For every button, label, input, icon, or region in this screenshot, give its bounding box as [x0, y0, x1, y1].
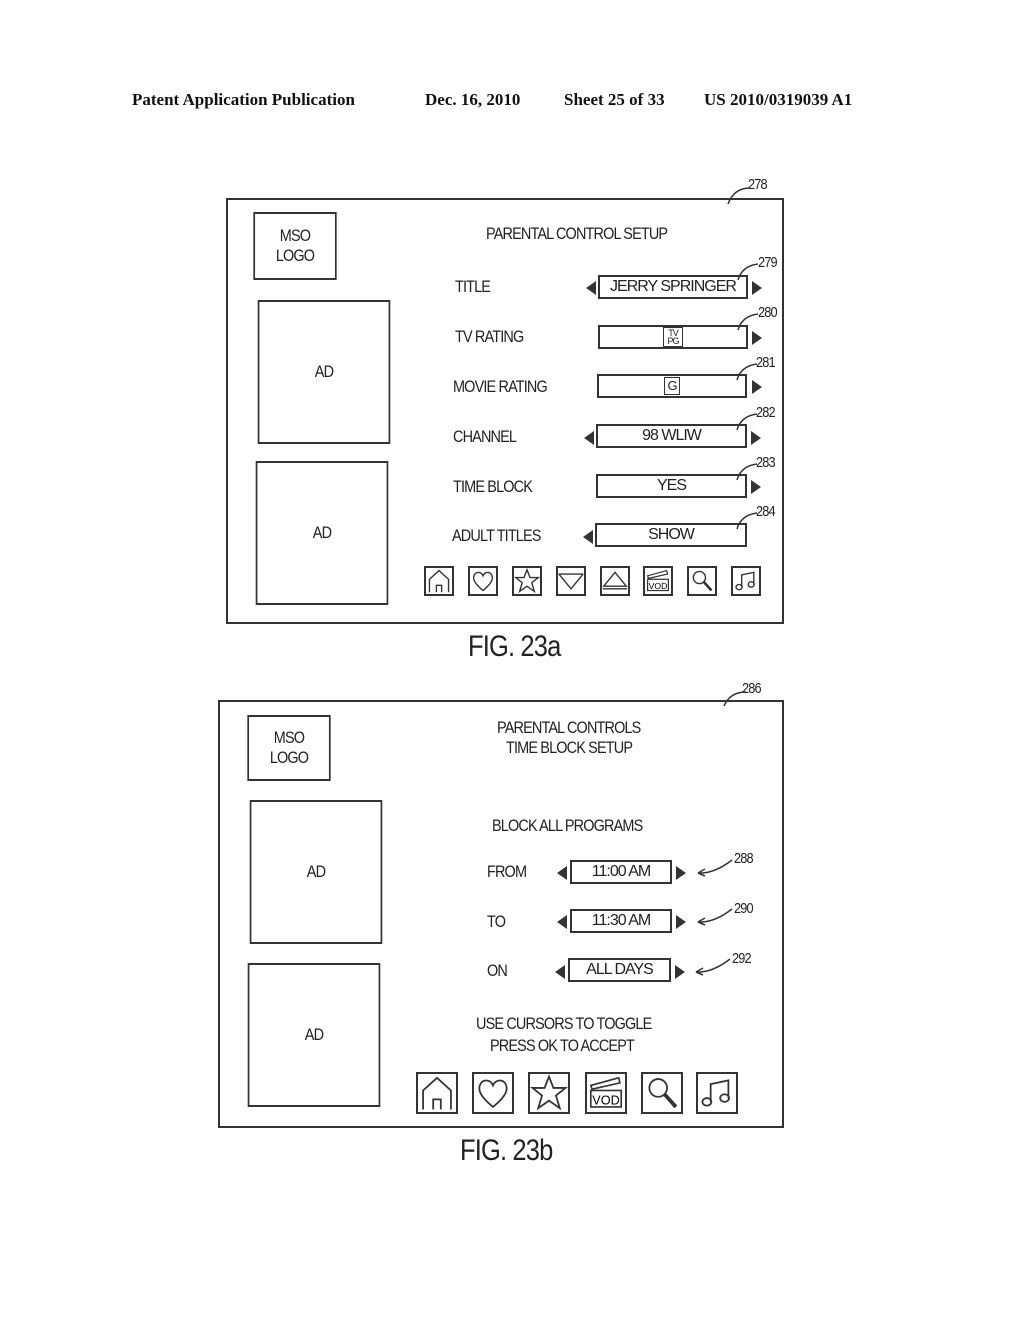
eject-icon[interactable]	[600, 566, 630, 596]
sheet-number: Sheet 25 of 33	[564, 90, 665, 109]
patent-number: US 2010/0319039 A1	[704, 90, 853, 109]
arrow-left-icon[interactable]	[557, 866, 567, 880]
leader-line	[736, 463, 758, 481]
row-label: FROM	[487, 862, 527, 881]
leader-line	[727, 187, 751, 205]
leader-arrow	[697, 908, 733, 926]
leader-line	[737, 263, 759, 281]
row-label: TO	[487, 912, 506, 931]
row-label: CHANNEL	[453, 427, 517, 446]
title-selector[interactable]: JERRY SPRINGER	[598, 275, 748, 299]
ad-panel[interactable]: AD	[247, 963, 381, 1107]
figure-caption: FIG. 23b	[460, 1134, 553, 1167]
to-time-selector[interactable]: 11:30 AM	[570, 909, 672, 933]
arrow-right-icon[interactable]	[675, 965, 685, 979]
time-block-selector[interactable]: YES	[596, 474, 747, 498]
reference-number: 288	[734, 850, 754, 867]
arrow-left-icon[interactable]	[557, 915, 567, 929]
ad-panel[interactable]: AD	[249, 800, 383, 944]
arrow-left-icon[interactable]	[583, 530, 593, 544]
vod-clapper-icon[interactable]: VOD	[585, 1072, 627, 1114]
row-label: ADULT TITLES	[452, 526, 541, 545]
day-selector[interactable]: ALL DAYS	[568, 958, 671, 982]
mail-icon[interactable]	[556, 566, 586, 596]
from-time-selector[interactable]: 11:00 AM	[570, 860, 672, 884]
arrow-right-icon[interactable]	[676, 866, 686, 880]
search-icon[interactable]	[687, 566, 717, 596]
arrow-left-icon[interactable]	[555, 965, 565, 979]
adult-titles-selector[interactable]: SHOW	[595, 523, 747, 547]
arrow-right-icon[interactable]	[751, 480, 761, 494]
figure-caption: FIG. 23a	[468, 630, 561, 663]
screen-title: PARENTAL CONTROLS	[497, 718, 641, 737]
screen-title: PARENTAL CONTROL SETUP	[486, 224, 668, 243]
screen-title: TIME BLOCK SETUP	[506, 738, 633, 757]
heart-icon[interactable]	[472, 1072, 514, 1114]
music-icon[interactable]	[731, 566, 761, 596]
leader-line	[737, 313, 759, 331]
publication-date: Dec. 16, 2010	[425, 90, 521, 109]
reference-number: 290	[734, 900, 754, 917]
reference-number: 292	[732, 950, 752, 967]
ad-panel[interactable]: AD	[257, 300, 391, 444]
home-icon[interactable]	[424, 566, 454, 596]
row-label: TIME BLOCK	[453, 477, 533, 496]
leader-line	[736, 512, 758, 530]
leader-line	[736, 363, 758, 381]
instruction-text: USE CURSORS TO TOGGLE	[476, 1014, 652, 1033]
row-label: TV RATING	[455, 327, 524, 346]
mso-logo: MSO LOGO	[247, 715, 331, 781]
leader-line	[736, 413, 758, 431]
channel-selector[interactable]: 98 WLIW	[596, 424, 747, 448]
arrow-right-icon[interactable]	[676, 915, 686, 929]
ad-panel[interactable]: AD	[255, 461, 389, 605]
vod-clapper-icon[interactable]: VOD	[643, 566, 673, 596]
arrow-right-icon[interactable]	[752, 380, 762, 394]
search-icon[interactable]	[641, 1072, 683, 1114]
music-icon[interactable]	[696, 1072, 738, 1114]
mso-logo: MSO LOGO	[253, 212, 337, 280]
arrow-right-icon[interactable]	[752, 331, 762, 345]
instruction-text: PRESS OK TO ACCEPT	[490, 1036, 635, 1055]
heart-icon[interactable]	[468, 566, 498, 596]
star-icon[interactable]	[512, 566, 542, 596]
row-label: TITLE	[455, 277, 491, 296]
svg-text:VOD: VOD	[592, 1093, 619, 1107]
leader-arrow	[697, 859, 733, 877]
svg-text:VOD: VOD	[649, 581, 668, 591]
leader-line	[723, 691, 747, 707]
row-label: ON	[487, 961, 508, 980]
arrow-left-icon[interactable]	[586, 281, 596, 295]
arrow-right-icon[interactable]	[751, 431, 761, 445]
publication-label: Patent Application Publication	[132, 90, 355, 109]
star-icon[interactable]	[528, 1072, 570, 1114]
movie-rating-selector[interactable]: G	[597, 374, 747, 398]
tv-rating-selector[interactable]: TV PG	[598, 325, 748, 349]
row-label: MOVIE RATING	[453, 377, 548, 396]
arrow-right-icon[interactable]	[752, 281, 762, 295]
home-icon[interactable]	[416, 1072, 458, 1114]
leader-arrow	[695, 958, 731, 976]
arrow-left-icon[interactable]	[584, 431, 594, 445]
section-heading: BLOCK ALL PROGRAMS	[492, 816, 643, 835]
